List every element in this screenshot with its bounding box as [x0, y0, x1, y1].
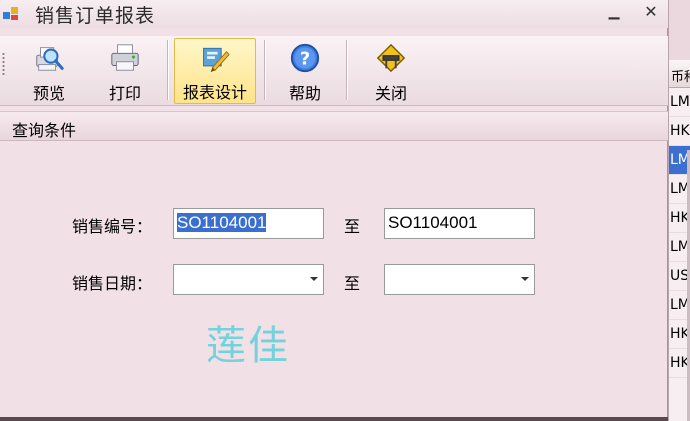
svg-text:?: ? — [300, 49, 310, 70]
toolbar-grip[interactable] — [2, 52, 5, 76]
query-group-header: 查询条件 — [0, 111, 668, 141]
chevron-down-icon[interactable] — [310, 277, 318, 281]
watermark-text: 莲佳 — [206, 323, 290, 369]
exit-button[interactable]: 关闭 — [364, 38, 418, 104]
toolbar-separator — [264, 40, 265, 100]
order-no-to-label: 至 — [344, 217, 361, 236]
report-design-label: 报表设计 — [182, 83, 247, 102]
background-row[interactable]: HKI — [669, 117, 690, 146]
query-group-title: 查询条件 — [12, 121, 77, 140]
print-label: 打印 — [108, 84, 141, 103]
order-date-label: 销售日期： — [72, 274, 153, 293]
order-no-to-input[interactable]: SO1104001 — [384, 208, 535, 239]
preview-label: 预览 — [32, 84, 65, 103]
preview-button[interactable]: 预览 — [22, 38, 76, 104]
report-window: 销售订单报表 ▁ ✕ 预览 打印 报表设计 ? 帮助 关闭 查询条件 销售编号：… — [0, 0, 668, 421]
help-icon: ? — [290, 43, 320, 73]
exit-icon — [376, 43, 406, 73]
toolbar: 预览 打印 报表设计 ? 帮助 关闭 — [0, 36, 668, 106]
order-no-from-value: SO1104001 — [177, 213, 267, 232]
window-title: 销售订单报表 — [35, 5, 156, 27]
help-button[interactable]: ? 帮助 — [280, 38, 330, 104]
toolbar-separator — [167, 40, 168, 100]
background-window: 币种 LM HKI LM LM HKI LM USI LM HKI HKI — [668, 0, 690, 421]
app-icon — [3, 7, 18, 20]
window-bottom-border — [0, 417, 668, 421]
printer-icon — [111, 44, 139, 71]
order-date-from-picker[interactable] — [173, 264, 324, 295]
chevron-down-icon[interactable] — [521, 277, 529, 281]
exit-label: 关闭 — [374, 84, 407, 103]
background-column-header[interactable]: 币种 — [669, 60, 690, 88]
title-bar[interactable]: 销售订单报表 ▁ ✕ — [0, 0, 668, 28]
close-window-button[interactable]: ✕ — [641, 2, 661, 22]
report-design-button[interactable]: 报表设计 — [174, 38, 256, 104]
preview-icon — [36, 47, 64, 71]
help-label: 帮助 — [288, 84, 321, 103]
order-no-label: 销售编号： — [72, 217, 153, 236]
order-date-to-picker[interactable] — [384, 264, 535, 295]
minimize-button[interactable]: ▁ — [604, 2, 624, 22]
background-window-strip — [669, 0, 690, 60]
order-no-from-input[interactable]: SO1104001 — [173, 208, 324, 239]
toolbar-separator — [346, 40, 347, 100]
background-row[interactable]: LM — [669, 88, 690, 117]
order-date-to-label: 至 — [344, 274, 361, 293]
print-button[interactable]: 打印 — [98, 38, 152, 104]
report-design-icon — [203, 47, 230, 73]
